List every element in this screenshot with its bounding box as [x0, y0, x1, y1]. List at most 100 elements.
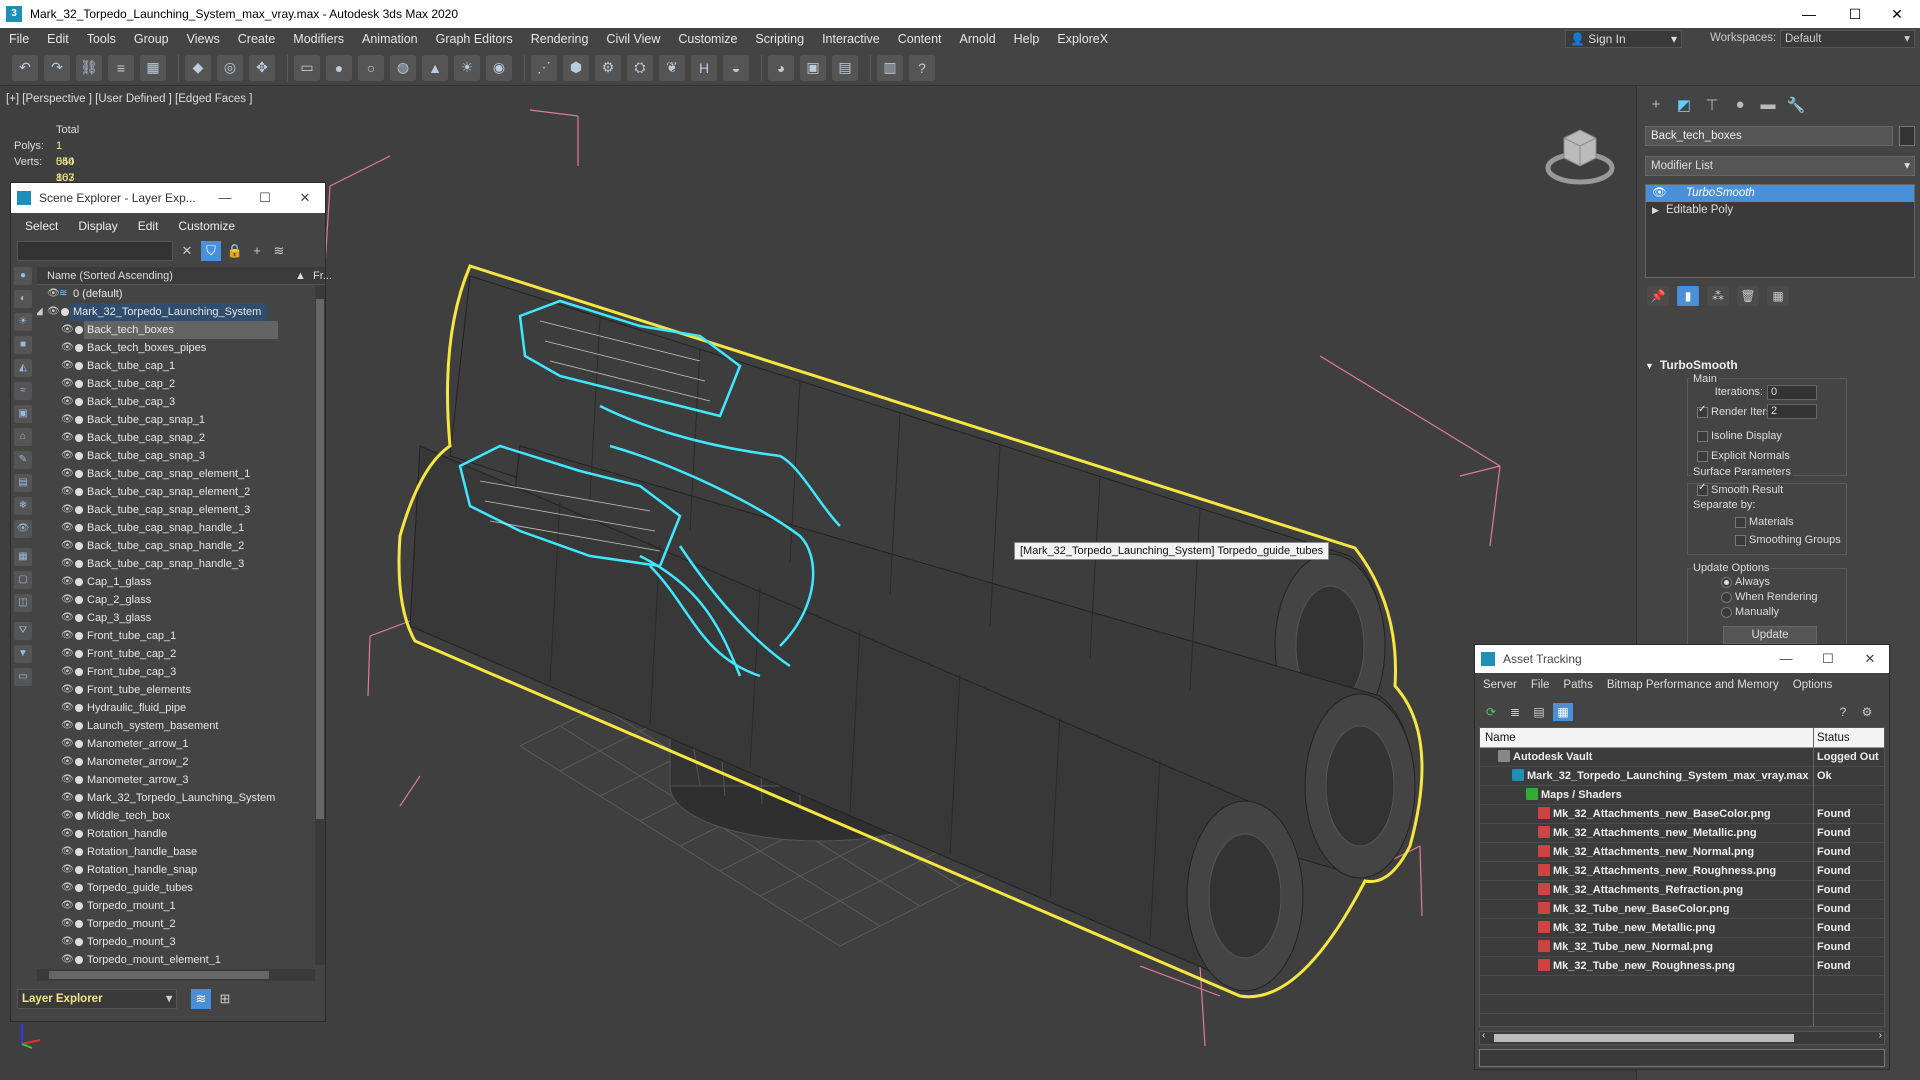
tree-row[interactable]: 👁 Back_tube_cap_snap_handle_1 — [37, 519, 315, 537]
scene-search-input[interactable] — [17, 241, 173, 261]
select-all-icon[interactable]: ▦ — [14, 548, 32, 566]
tree-row[interactable]: 👁 Manometer_arrow_2 — [37, 753, 315, 771]
asset-row[interactable]: Mk_32_Tube_new_Metallic.png Found — [1480, 919, 1884, 938]
bind-space-warp-icon[interactable]: ▦ — [140, 54, 166, 81]
move-icon[interactable]: ✥ — [249, 54, 275, 81]
minimize-button[interactable]: — — [1767, 645, 1805, 673]
sun-icon[interactable]: ◉ — [486, 54, 512, 81]
tree-row[interactable]: 👁 Mark_32_Torpedo_Launching_System — [37, 789, 315, 807]
script-icon[interactable]: ▥ — [877, 54, 903, 81]
iterations-spinner[interactable]: 0 — [1767, 385, 1817, 400]
visibility-eye-icon[interactable]: 👁 — [61, 501, 74, 519]
menu-scripting[interactable]: Scripting — [746, 32, 813, 46]
cylinder-primitive-icon[interactable]: ○ — [358, 54, 384, 81]
menu-group[interactable]: Group — [125, 32, 178, 46]
visibility-eye-icon[interactable]: 👁 — [61, 573, 74, 591]
layer-row[interactable]: 👁 ≋ 0 (default) — [37, 285, 315, 303]
filter-hidden-icon[interactable]: 👁 — [14, 520, 32, 538]
scene-menu-edit[interactable]: Edit — [138, 219, 159, 233]
minimize-button[interactable]: — — [207, 183, 243, 213]
visibility-eye-icon[interactable]: 👁 — [61, 465, 74, 483]
select-none-icon[interactable]: ▢ — [14, 571, 32, 589]
visibility-eye-icon[interactable]: 👁 — [61, 699, 74, 717]
asset-menu-paths[interactable]: Paths — [1563, 679, 1592, 691]
tree-row[interactable]: 👁 Front_tube_cap_2 — [37, 645, 315, 663]
folder-icon[interactable]: ▭ — [14, 668, 32, 686]
sphere-primitive-icon[interactable]: ● — [326, 54, 352, 81]
visibility-eye-icon[interactable]: 👁 — [61, 483, 74, 501]
asset-menu-server[interactable]: Server — [1483, 679, 1517, 691]
asset-tracking-titlebar[interactable]: Asset Tracking — ☐ ✕ — [1475, 645, 1889, 673]
scene-explorer-titlebar[interactable]: Scene Explorer - Layer Exp... — ☐ ✕ — [11, 183, 325, 213]
render-iters-spinner[interactable]: 2 — [1767, 404, 1817, 419]
select-invert-icon[interactable]: ◫ — [14, 594, 32, 612]
asset-row[interactable]: Autodesk Vault Logged Out — [1480, 748, 1884, 767]
turbosmooth-rollout-header[interactable]: ▼ TurboSmooth — [1645, 358, 1911, 372]
tree-row[interactable]: 👁 Back_tube_cap_snap_1 — [37, 411, 315, 429]
menu-explorex[interactable]: ExploreX — [1048, 32, 1117, 46]
tree-vertical-scrollbar[interactable] — [315, 285, 325, 965]
tree-row[interactable]: 👁 Torpedo_mount_3 — [37, 933, 315, 951]
tree-row[interactable]: 👁 Back_tube_cap_snap_handle_2 — [37, 537, 315, 555]
eye-icon[interactable]: 👁 — [1652, 185, 1667, 202]
settings-icon[interactable]: ⚙ — [1857, 703, 1877, 721]
filter-frozen-icon[interactable]: ❄ — [14, 497, 32, 515]
layer-explorer-icon[interactable]: ≋ — [191, 989, 211, 1009]
visibility-eye-icon[interactable]: 👁 — [61, 645, 74, 663]
plant-icon[interactable]: ❦ — [659, 54, 685, 81]
tree-row[interactable]: 👁 Rotation_handle_snap — [37, 861, 315, 879]
visibility-eye-icon[interactable]: 👁 — [61, 897, 74, 915]
tree-row[interactable]: 👁 Middle_tech_box — [37, 807, 315, 825]
explorer-type-dropdown[interactable]: Layer Explorer ▾ — [17, 989, 177, 1009]
visibility-eye-icon[interactable]: 👁 — [61, 555, 74, 573]
smoothing-groups-checkbox[interactable]: Smoothing Groups — [1735, 534, 1841, 546]
smooth-result-checkbox[interactable]: Smooth Result — [1697, 482, 1783, 496]
clear-search-icon[interactable]: ✕ — [177, 241, 197, 261]
viewport-label[interactable]: [+] [Perspective ] [User Defined ] [Edge… — [6, 93, 252, 105]
menu-edit[interactable]: Edit — [38, 32, 78, 46]
show-end-result-icon[interactable]: ▮ — [1677, 286, 1699, 306]
tree-row[interactable]: 👁 Torpedo_mount_1 — [37, 897, 315, 915]
visibility-eye-icon[interactable]: 👁 — [61, 429, 74, 447]
close-button[interactable]: ✕ — [287, 183, 323, 213]
tree-row[interactable]: 👁 Back_tube_cap_snap_2 — [37, 429, 315, 447]
scroll-thumb[interactable] — [49, 971, 269, 979]
utilities-tab-icon[interactable]: 🔧 — [1785, 96, 1807, 114]
tree-row[interactable]: 👁 Cap_3_glass — [37, 609, 315, 627]
tree-row[interactable]: 👁 Back_tech_boxes — [37, 321, 315, 339]
filter-geometry-icon[interactable]: ● — [14, 267, 32, 285]
funnel-icon[interactable]: ▼ — [14, 645, 32, 663]
asset-row[interactable]: Mk_32_Attachments_new_BaseColor.png Found — [1480, 805, 1884, 824]
tree-row[interactable]: 👁 Back_tech_boxes_pipes — [37, 339, 315, 357]
menu-rendering[interactable]: Rendering — [522, 32, 598, 46]
torus-primitive-icon[interactable]: ◍ — [390, 54, 416, 81]
help-icon[interactable]: ? — [1833, 703, 1853, 721]
tree-row[interactable]: 👁 Back_tube_cap_snap_3 — [37, 447, 315, 465]
tree-row[interactable]: 👁 Front_tube_cap_3 — [37, 663, 315, 681]
filter-cameras-icon[interactable]: ■ — [14, 336, 32, 354]
tree-row[interactable]: 👁 Torpedo_guide_tubes — [37, 879, 315, 897]
display-tab-icon[interactable]: ▬ — [1757, 96, 1779, 114]
visibility-eye-icon[interactable]: 👁 — [61, 519, 74, 537]
menu-arnold[interactable]: Arnold — [951, 32, 1005, 46]
scroll-left-icon[interactable]: ‹ — [1482, 1030, 1485, 1041]
add-layer-icon[interactable]: + — [247, 241, 267, 261]
menu-graph-editors[interactable]: Graph Editors — [427, 32, 522, 46]
object-color-swatch[interactable] — [1899, 126, 1915, 146]
visibility-eye-icon[interactable]: 👁 — [61, 321, 74, 339]
visibility-eye-icon[interactable]: 👁 — [61, 843, 74, 861]
filter-icon[interactable]: ⛉ — [201, 241, 221, 261]
explicit-normals-checkbox[interactable]: Explicit Normals — [1697, 450, 1790, 462]
tree-row[interactable]: 👁 Hydraulic_fluid_pipe — [37, 699, 315, 717]
detail-view-icon[interactable]: ▤ — [1529, 703, 1549, 721]
filter-spacewarps-icon[interactable]: ≈ — [14, 382, 32, 400]
visibility-eye-icon[interactable]: 👁 — [61, 753, 74, 771]
maximize-button[interactable]: ☐ — [247, 183, 283, 213]
scroll-thumb[interactable] — [316, 299, 324, 819]
motion-tab-icon[interactable]: ● — [1729, 96, 1751, 114]
help-icon[interactable]: ? — [909, 54, 935, 81]
scene-explorer-icon[interactable]: ⊞ — [215, 989, 235, 1009]
create-tab-icon[interactable]: + — [1645, 96, 1667, 114]
asset-row[interactable]: Mk_32_Tube_new_BaseColor.png Found — [1480, 900, 1884, 919]
visibility-eye-icon[interactable]: 👁 — [61, 735, 74, 753]
